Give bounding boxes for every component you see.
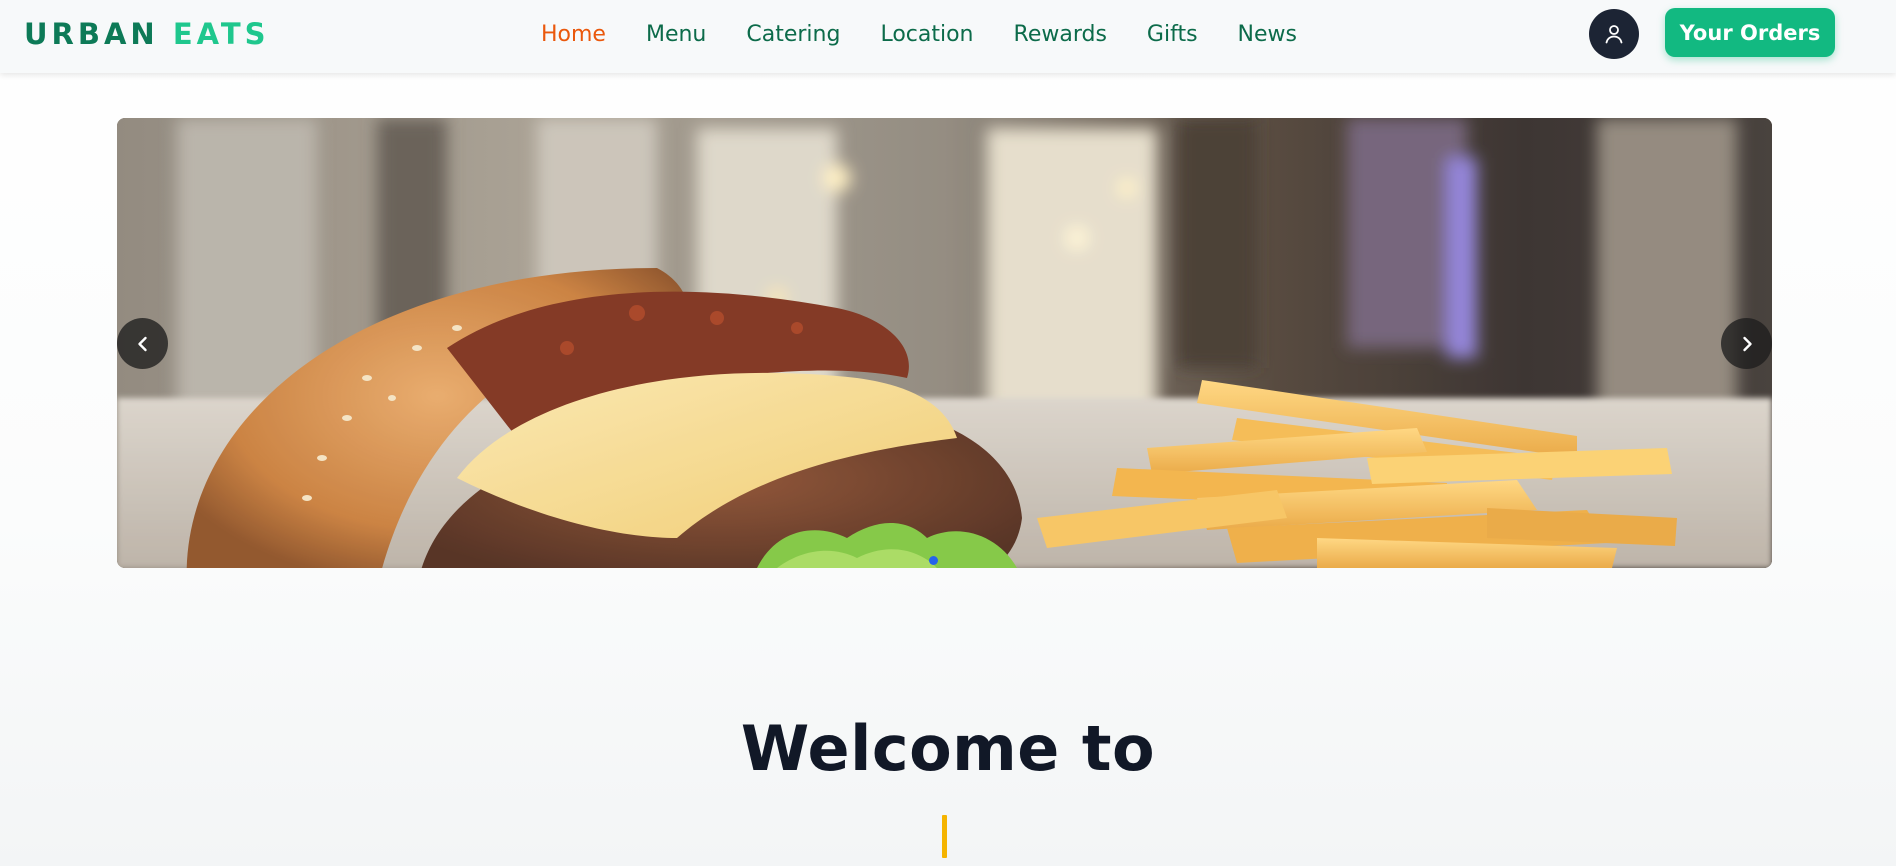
nav-item-rewards[interactable]: Rewards	[1014, 22, 1107, 47]
chevron-left-icon	[137, 336, 147, 351]
brand-word-urban: URBAN	[24, 17, 159, 51]
your-orders-button[interactable]: Your Orders	[1665, 8, 1835, 57]
burger-and-fries-photo	[117, 118, 1772, 568]
carousel-next-button[interactable]	[1721, 318, 1772, 369]
user-icon	[1605, 25, 1623, 44]
nav-item-menu[interactable]: Menu	[646, 22, 706, 47]
brand-logo[interactable]: URBAN EATS	[24, 16, 269, 52]
nav-item-location[interactable]: Location	[880, 22, 973, 47]
account-button[interactable]	[1589, 9, 1639, 59]
main-nav: Home Menu Catering Location Rewards Gift…	[541, 0, 1297, 68]
site-header: URBAN EATS Home Menu Catering Location R…	[0, 0, 1896, 73]
nav-item-catering[interactable]: Catering	[746, 22, 840, 47]
hero-carousel	[117, 118, 1772, 568]
chevron-right-icon	[1742, 336, 1752, 351]
nav-item-gifts[interactable]: Gifts	[1147, 22, 1198, 47]
welcome-heading: Welcome to	[740, 712, 1156, 785]
nav-item-news[interactable]: News	[1238, 22, 1297, 47]
carousel-dot-active[interactable]	[929, 556, 938, 565]
nav-item-home[interactable]: Home	[541, 22, 606, 47]
typing-cursor	[942, 815, 947, 858]
brand-word-eats: EATS	[172, 17, 270, 51]
carousel-prev-button[interactable]	[117, 318, 168, 369]
